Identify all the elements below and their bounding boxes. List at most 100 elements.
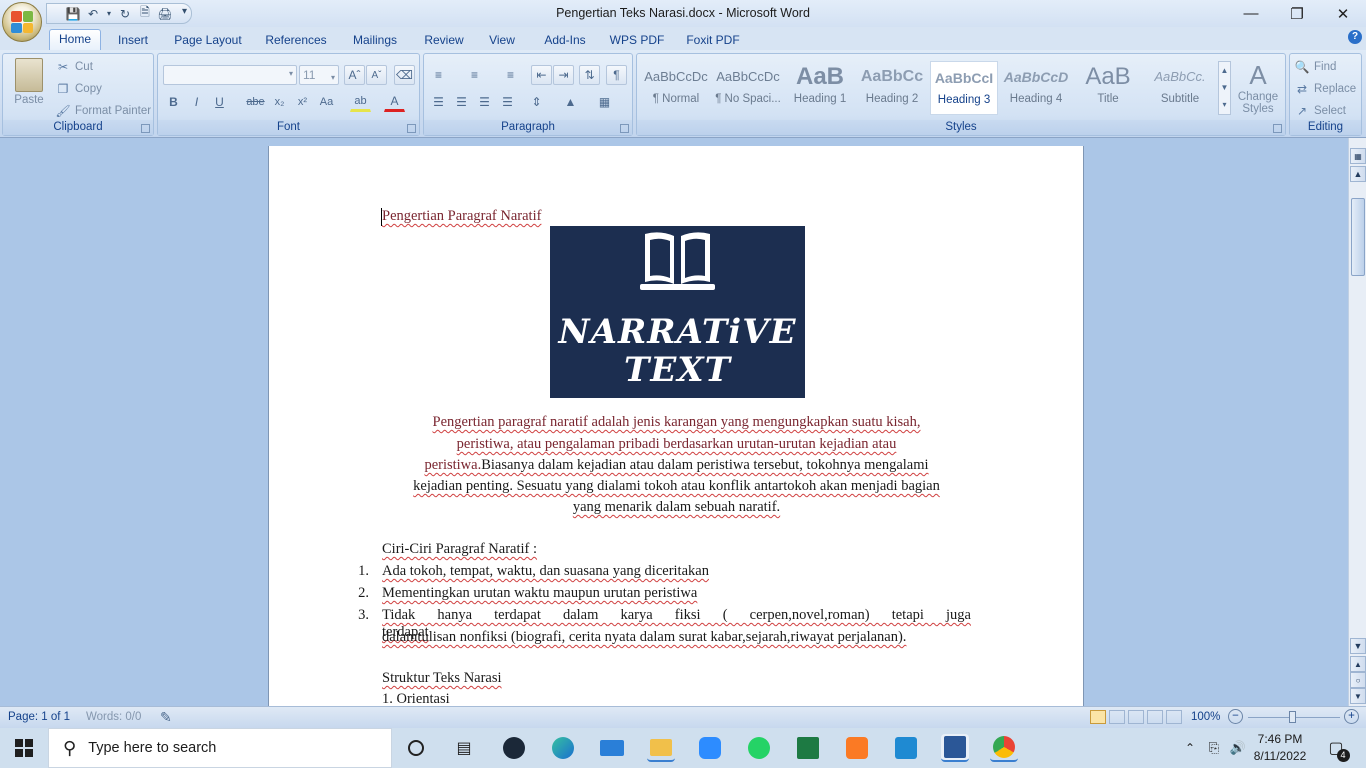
cut-button[interactable]: ✂ Cut [55, 59, 93, 75]
replace-button[interactable]: ⇄ Replace [1294, 81, 1356, 97]
italic-button[interactable]: I [186, 92, 207, 112]
select-button[interactable]: ↗ Select [1294, 103, 1346, 119]
grow-font-button[interactable]: Aˆ [344, 65, 365, 85]
outline-view-icon[interactable] [1147, 710, 1163, 724]
volume-icon[interactable]: 🔊 [1224, 734, 1252, 762]
minimize-button[interactable]: — [1228, 0, 1274, 27]
borders-button[interactable]: ▦ [594, 92, 615, 112]
font-size-combo[interactable]: 11 ▾ [299, 65, 339, 85]
show-formatting-button[interactable]: ¶ [606, 65, 627, 85]
style-no-spacing[interactable]: AaBbCcDc ¶ No Spaci... [714, 61, 782, 115]
styles-gallery-scroll[interactable]: ▲ ▼ ▾ [1218, 61, 1231, 115]
multilevel-list-button[interactable]: ≡ [500, 65, 521, 85]
tab-add-ins[interactable]: Add-Ins [536, 31, 594, 50]
full-screen-reading-icon[interactable] [1109, 710, 1125, 724]
scroll-up-button[interactable]: ▲ [1350, 166, 1366, 182]
task-view-icon[interactable]: ▤ [450, 734, 478, 762]
restore-button[interactable]: ❐ [1274, 0, 1320, 27]
zoom-slider-thumb[interactable] [1289, 711, 1296, 723]
paragraph-launcher[interactable] [620, 124, 629, 133]
zoom-app-icon[interactable] [696, 734, 724, 762]
tab-mailings[interactable]: Mailings [344, 31, 406, 50]
proofing-icon[interactable]: ✎ [160, 709, 172, 726]
align-center-button[interactable]: ☰ [451, 92, 472, 112]
bold-button[interactable]: B [163, 92, 184, 112]
align-right-button[interactable]: ☰ [474, 92, 495, 112]
font-launcher[interactable] [407, 124, 416, 133]
clock[interactable]: 7:46 PM 8/11/2022 [1250, 731, 1310, 765]
shading-button[interactable]: ▲ [560, 92, 581, 112]
web-layout-icon[interactable] [1128, 710, 1144, 724]
paste-button[interactable]: Paste [11, 58, 47, 106]
highlight-button[interactable]: ab [350, 92, 371, 112]
page-count[interactable]: Page: 1 of 1 [8, 711, 70, 723]
ruler-toggle-icon[interactable]: ▦ [1350, 148, 1366, 164]
subscript-button[interactable]: x₂ [269, 92, 290, 112]
line-spacing-button[interactable]: ⇕ [526, 92, 547, 112]
undo-icon[interactable]: ↶ [85, 7, 101, 21]
close-button[interactable]: ✕ [1320, 0, 1366, 27]
print-layout-view-icon[interactable] [1090, 710, 1106, 724]
decrease-indent-button[interactable]: ⇤ [531, 65, 552, 85]
previous-page-icon[interactable]: ▲ [1350, 656, 1366, 672]
undo-dropdown-icon[interactable]: ▾ [105, 7, 113, 21]
strikethrough-button[interactable]: abe [245, 92, 266, 112]
steam-icon[interactable] [500, 734, 528, 762]
superscript-button[interactable]: x² [292, 92, 313, 112]
styles-launcher[interactable] [1273, 124, 1282, 133]
edge-icon[interactable] [549, 734, 577, 762]
save-icon[interactable]: 💾 [65, 7, 81, 21]
tab-wps-pdf[interactable]: WPS PDF [606, 31, 668, 50]
format-painter-button[interactable]: 🖌 Format Painter [55, 103, 151, 119]
align-left-button[interactable]: ☰ [428, 92, 449, 112]
copy-button[interactable]: ❐ Copy [55, 81, 102, 97]
clear-formatting-button[interactable]: ⌫ [394, 65, 415, 85]
style-title[interactable]: AaB Title [1074, 61, 1142, 115]
cortana-icon[interactable] [402, 734, 430, 762]
font-color-button[interactable]: A [384, 92, 405, 112]
windows-start-icon[interactable] [10, 734, 38, 762]
zoom-level[interactable]: 100% [1191, 711, 1220, 723]
print-icon[interactable]: 🖨 [157, 7, 173, 21]
style-subtitle[interactable]: AaBbCc. Subtitle [1146, 61, 1214, 115]
increase-indent-button[interactable]: ⇥ [553, 65, 574, 85]
file-explorer-icon[interactable] [647, 734, 675, 762]
document-page[interactable]: Pengertian Paragraf Naratif NARRATiVE TE… [268, 146, 1084, 707]
tab-review[interactable]: Review [416, 31, 472, 50]
zoom-in-icon[interactable]: + [1344, 709, 1359, 724]
bullets-button[interactable]: ≡ [428, 65, 449, 85]
chrome-icon[interactable] [990, 734, 1018, 762]
style-heading-3[interactable]: AaBbCcI Heading 3 [930, 61, 998, 115]
select-browse-object-icon[interactable]: ○ [1350, 672, 1366, 688]
tab-view[interactable]: View [482, 31, 522, 50]
zoom-out-icon[interactable]: − [1228, 709, 1243, 724]
find-button[interactable]: 🔍 Find [1294, 59, 1337, 75]
redo-icon[interactable]: ↻ [117, 7, 133, 21]
next-page-icon[interactable]: ▼ [1350, 688, 1366, 704]
scroll-down-button[interactable]: ▼ [1350, 638, 1366, 654]
style-heading-1[interactable]: AaB Heading 1 [786, 61, 854, 115]
excel-icon[interactable] [794, 734, 822, 762]
print-preview-icon[interactable]: 🗎 [137, 5, 153, 21]
shrink-font-button[interactable]: Aˇ [366, 65, 387, 85]
vscode-icon[interactable] [892, 734, 920, 762]
office-button[interactable] [2, 2, 42, 42]
taskbar-search-box[interactable]: ⚲ Type here to search [48, 728, 392, 768]
help-icon[interactable]: ? [1348, 30, 1362, 44]
numbering-button[interactable]: ≡ [464, 65, 485, 85]
scroll-thumb[interactable] [1351, 198, 1365, 276]
style-heading-4[interactable]: AaBbCcD Heading 4 [1002, 61, 1070, 115]
change-styles-button[interactable]: A Change Styles [1235, 59, 1281, 115]
tab-insert[interactable]: Insert [108, 31, 158, 50]
draft-view-icon[interactable] [1166, 710, 1182, 724]
style-heading-2[interactable]: AaBbCc Heading 2 [858, 61, 926, 115]
tab-home[interactable]: Home [49, 29, 101, 50]
notifications-icon[interactable]: ▢ 4 [1322, 734, 1350, 762]
customize-qat-icon[interactable]: ▾ [182, 6, 187, 17]
xampp-icon[interactable] [843, 734, 871, 762]
clipboard-launcher[interactable] [141, 124, 150, 133]
tab-page-layout[interactable]: Page Layout [168, 31, 248, 50]
vertical-scrollbar[interactable]: ▦ ▲ ▼ ▲ ○ ▼ [1348, 138, 1366, 706]
underline-button[interactable]: U [209, 92, 230, 112]
word-icon[interactable] [941, 734, 969, 762]
